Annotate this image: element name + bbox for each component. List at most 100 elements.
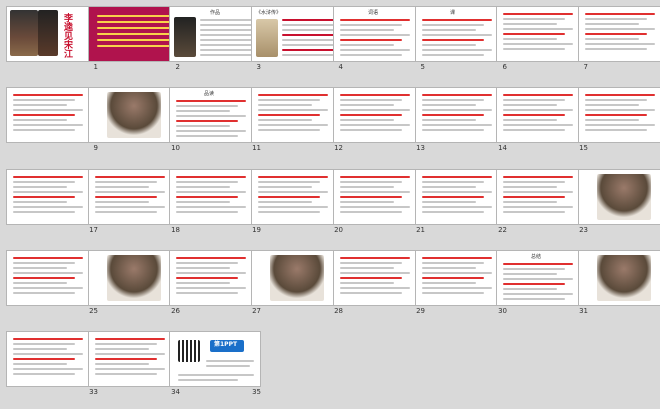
slide-number: 13 [416,144,425,152]
slide-thumbnail-11[interactable]: 品读 11 [169,87,263,152]
slide-preview [88,87,180,143]
text-line [95,358,157,360]
slide-thumbnail-5[interactable]: 词语 5 [333,6,427,71]
slide-thumbnail-26[interactable]: 26 [88,250,182,315]
slide-thumbnail-21[interactable]: 21 [333,169,427,234]
text-line [95,201,149,203]
text-line [503,293,573,295]
text-line [340,124,410,126]
text-line [258,99,320,101]
text-line [340,104,394,106]
text-line [503,119,557,121]
slide-number: 18 [171,226,180,234]
slide-thumbnail-12[interactable]: 12 [251,87,345,152]
text-line [340,129,402,131]
text-line [282,49,338,51]
slide-thumbnail-14[interactable]: 14 [415,87,509,152]
slide-thumbnail-20[interactable]: 20 [251,169,345,234]
text-line [258,196,320,198]
slide-number: 3 [256,63,261,71]
slide-number: 16 [650,144,660,152]
slide-thumbnail-30[interactable]: 30 [415,250,509,315]
slide-number: 26 [171,307,180,315]
slide-thumbnail-17[interactable]: 17 [6,169,100,234]
slide-thumbnail-4[interactable]: 《水浒传》 4 [251,6,345,71]
text-line [178,379,238,381]
slide-thumbnail-18[interactable]: 18 [88,169,182,234]
slide-thumbnail-27[interactable]: 27 [169,250,263,315]
text-line [585,114,647,116]
slide-thumbnail-32[interactable]: 32 [578,250,660,308]
text-line [176,191,246,193]
text-line [503,186,557,188]
text-line [13,119,67,121]
slide-thumbnail-22[interactable]: 22 [415,169,509,234]
text-line [258,119,312,121]
text-line [422,99,484,101]
text-line [13,109,83,111]
text-line [422,292,484,294]
text-line [503,288,557,290]
text-line [13,94,83,96]
text-line [340,277,402,279]
text-line [340,272,410,274]
slide-preview [578,250,660,306]
text-line [503,273,557,275]
slide-number: 8 [650,63,660,71]
text-line [200,54,256,56]
text-line [503,114,565,116]
text-line [13,282,67,284]
text-line [13,257,83,259]
text-line [176,135,238,137]
slide-thumbnail-1[interactable]: 李逵见宋江 1 [6,6,100,71]
slide-thumbnail-28[interactable]: 28 [251,250,345,315]
text-line [340,181,402,183]
text-line [178,374,254,376]
slide-thumbnail-9[interactable]: 9 [6,87,100,152]
text-line [503,13,573,15]
text-line [13,211,75,213]
slide-thumbnail-23[interactable]: 23 [496,169,590,234]
text-line [176,181,238,183]
slide-number: 6 [502,63,507,71]
slide-thumbnail-8[interactable]: 8 [578,6,660,64]
slide-thumbnail-16[interactable]: 16 [578,87,660,145]
slide-thumbnail-31[interactable]: 总结 31 [496,250,590,315]
text-line [97,45,171,47]
text-line [340,109,410,111]
slide-thumbnail-2[interactable]: 2 [88,6,182,71]
text-line [422,114,484,116]
slide-thumbnail-35[interactable]: 第1PPT 35 [169,331,263,396]
slide-thumbnail-13[interactable]: 13 [333,87,427,152]
slide-thumbnail-29[interactable]: 29 [333,250,427,315]
text-line [585,124,655,126]
slide-thumbnail-25[interactable]: 25 [6,250,100,315]
text-line [340,29,394,31]
text-line [340,196,402,198]
text-line [13,181,75,183]
text-line [258,129,320,131]
text-line [13,272,83,274]
slide-thumbnail-34[interactable]: 34 [88,331,182,396]
slide-preview [333,87,425,143]
slide-thumbnail-6[interactable]: 课6 [415,6,509,71]
slide-thumbnail-3[interactable]: 作品 3 [169,6,263,71]
slide-thumbnail-10[interactable]: 10 [88,87,182,152]
slide-thumbnail-33[interactable]: 33 [6,331,100,396]
text-line [95,211,157,213]
text-line [95,338,165,340]
text-line [13,201,67,203]
slide-thumbnail-19[interactable]: 19 [169,169,263,234]
text-line [282,34,338,36]
text-line [585,23,639,25]
slide-preview [169,250,261,306]
text-line [13,277,75,279]
slide-thumbnail-15[interactable]: 15 [496,87,590,152]
slide-thumbnail-7[interactable]: 7 [496,6,590,71]
text-line [422,262,484,264]
slide-title: 李逵见宋江 [62,13,72,58]
slide-number: 33 [89,388,98,396]
slide-number: 4 [338,63,343,71]
slide-preview: 李逵见宋江 [6,6,98,62]
slide-thumbnail-24[interactable]: 24 [578,169,660,227]
